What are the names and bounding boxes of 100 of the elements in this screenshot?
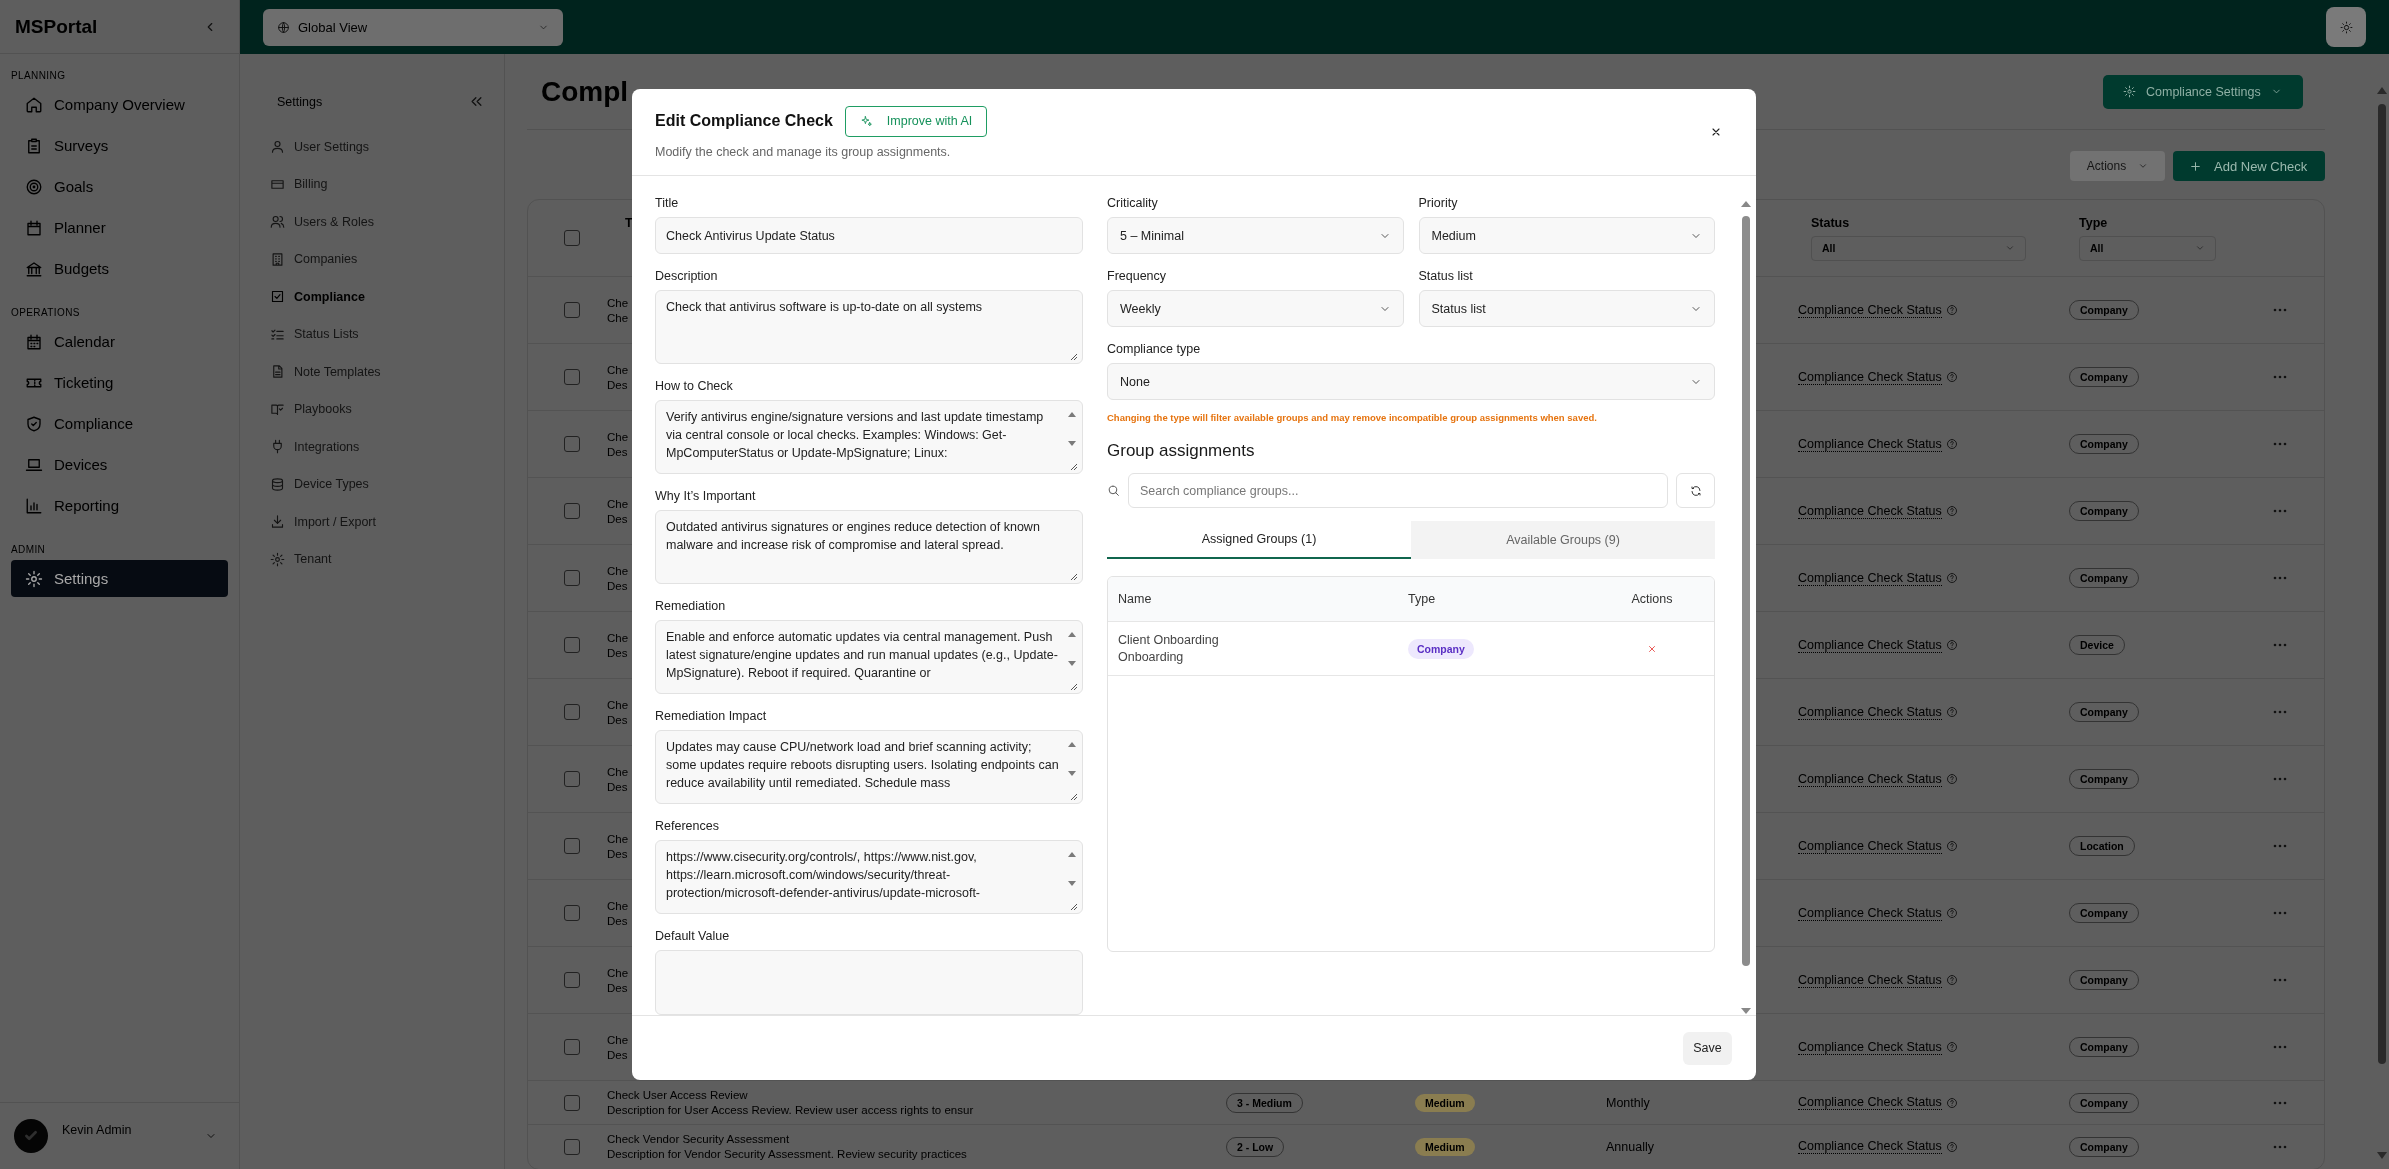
text-area[interactable]: Verify antivirus engine/signature versions and last update timestamp via central console or local checks. Examples: Windows: Get-MpComputerStatus or Update-MpSignature; Linux: — [655, 400, 1083, 474]
sidebar-item[interactable]: Budgets — [11, 250, 228, 287]
sidebar-item[interactable]: Settings — [11, 560, 228, 597]
row-checkbox[interactable] — [564, 302, 580, 318]
text-field[interactable]: Check Antivirus Update Status — [655, 217, 1083, 254]
sidebar-item[interactable]: Company Overview — [11, 86, 228, 123]
submenu-item[interactable]: Note Templates — [240, 353, 504, 391]
status-link[interactable]: Compliance Check Status — [1798, 637, 1942, 653]
row-checkbox[interactable] — [564, 1039, 580, 1055]
status-link[interactable]: Compliance Check Status — [1798, 905, 1942, 921]
more-icon[interactable] — [2273, 375, 2287, 379]
status-link[interactable]: Compliance Check Status — [1798, 704, 1942, 720]
more-icon[interactable] — [2273, 1100, 2287, 1105]
status-link[interactable]: Compliance Check Status — [1798, 369, 1942, 385]
text-area[interactable]: https://www.cisecurity.org/controls/, https://www.nist.gov, https://learn.microsoft.com/windows/security/threat-protection/microsoft-defender-antivirus/update-microsoft- — [655, 840, 1083, 914]
row-checkbox[interactable] — [564, 1138, 580, 1155]
add-check-button[interactable]: Add New Check — [2173, 151, 2325, 181]
submenu-item[interactable]: Compliance — [240, 278, 504, 316]
filter-select[interactable]: All — [1811, 235, 2026, 261]
tab[interactable]: Available Groups (9) — [1411, 521, 1715, 559]
sidebar-item[interactable]: Planner — [11, 209, 228, 246]
sidebar-item[interactable]: Calendar — [11, 323, 228, 360]
submenu-item[interactable]: Status Lists — [240, 315, 504, 353]
row-checkbox[interactable] — [564, 637, 580, 653]
sidebar-item[interactable]: Ticketing — [11, 364, 228, 401]
more-icon[interactable] — [2273, 1045, 2287, 1049]
scope-select[interactable]: Global View — [263, 8, 563, 46]
submenu-item[interactable]: User Settings — [240, 128, 504, 166]
search-field[interactable]: Search compliance groups... — [1128, 473, 1668, 508]
field-label: Description — [655, 269, 719, 283]
submenu-item[interactable]: Tenant — [240, 540, 504, 578]
row-checkbox[interactable] — [564, 905, 580, 921]
status-link[interactable]: Compliance Check Status — [1798, 570, 1942, 586]
sidebar-item[interactable]: Goals — [11, 168, 228, 205]
resize-handle-icon[interactable] — [1070, 903, 1078, 911]
more-icon[interactable] — [2273, 576, 2287, 580]
status-link[interactable]: Compliance Check Status — [1798, 771, 1942, 787]
row-checkbox[interactable] — [564, 570, 580, 586]
more-icon[interactable] — [2273, 643, 2287, 647]
row-checkbox[interactable] — [564, 771, 580, 787]
select-all-checkbox[interactable] — [564, 230, 580, 246]
status-link[interactable]: Compliance Check Status — [1798, 302, 1942, 318]
text-area[interactable]: Check that antivirus software is up-to-date on all systems — [655, 290, 1083, 364]
resize-handle-icon[interactable] — [1070, 353, 1078, 361]
resize-handle-icon[interactable] — [1070, 463, 1078, 471]
remove-button[interactable] — [1647, 643, 1657, 654]
row-checkbox[interactable] — [564, 503, 580, 519]
select-field[interactable]: None — [1107, 363, 1715, 400]
text-area[interactable]: Updates may cause CPU/network load and brief scanning activity; some updates require reboots disrupting users. Isolating endpoints can reduce availability until remediated. Schedule mass — [655, 730, 1083, 804]
refresh-button[interactable] — [1676, 473, 1715, 508]
row-checkbox[interactable] — [564, 369, 580, 385]
resize-handle-icon[interactable] — [1070, 793, 1078, 801]
submenu-item[interactable]: Integrations — [240, 428, 504, 466]
more-icon[interactable] — [2273, 978, 2287, 982]
sidebar-item[interactable]: Surveys — [11, 127, 228, 164]
more-icon[interactable] — [2273, 911, 2287, 915]
status-link[interactable]: Compliance Check Status — [1798, 1139, 1942, 1154]
more-icon[interactable] — [2273, 710, 2287, 714]
submenu-item[interactable]: Companies — [240, 240, 504, 278]
more-icon[interactable] — [2273, 777, 2287, 781]
row-checkbox[interactable] — [564, 972, 580, 988]
user-avatar[interactable] — [14, 1119, 48, 1153]
status-link[interactable]: Compliance Check Status — [1798, 1039, 1942, 1055]
submenu-item[interactable]: Billing — [240, 165, 504, 203]
submenu-item[interactable]: Playbooks — [240, 390, 504, 428]
document-icon — [270, 364, 285, 380]
submenu-item[interactable]: Device Types — [240, 465, 504, 503]
resize-handle-icon[interactable] — [1070, 573, 1078, 581]
more-icon[interactable] — [2273, 308, 2287, 312]
row-checkbox[interactable] — [564, 838, 580, 854]
theme-button[interactable] — [2326, 7, 2366, 47]
status-link[interactable]: Compliance Check Status — [1798, 838, 1942, 854]
more-icon[interactable] — [2273, 1144, 2287, 1149]
submenu-item[interactable]: Import / Export — [240, 503, 504, 541]
more-icon[interactable] — [2273, 442, 2287, 446]
settings-button[interactable]: Compliance Settings — [2103, 74, 2303, 109]
status-link[interactable]: Compliance Check Status — [1798, 436, 1942, 452]
select-field[interactable]: Weekly — [1107, 290, 1404, 327]
select-field[interactable]: Status list — [1418, 290, 1715, 327]
select-field[interactable]: Medium — [1418, 217, 1715, 254]
select-field[interactable]: 5 – Minimal — [1107, 217, 1404, 254]
text-area[interactable]: Enable and enforce automatic updates via central management. Push latest signature/engine updates and run manual updates (e.g., Update-MpSignature). Reboot if required. Quarantine or — [655, 620, 1083, 694]
sidebar-item[interactable]: Devices — [11, 446, 228, 483]
improve-ai-button[interactable]: Improve with AI — [844, 105, 988, 137]
more-icon[interactable] — [2273, 844, 2287, 848]
status-link[interactable]: Compliance Check Status — [1798, 972, 1942, 988]
row-checkbox[interactable] — [564, 1094, 580, 1111]
resize-handle-icon[interactable] — [1070, 683, 1078, 691]
submenu-item[interactable]: Users & Roles — [240, 203, 504, 241]
help-icon — [1945, 438, 1958, 450]
save-button[interactable]: Save — [1683, 1031, 1732, 1065]
row-checkbox[interactable] — [564, 436, 580, 452]
row-checkbox[interactable] — [564, 704, 580, 720]
sidebar-item[interactable]: Reporting — [11, 487, 228, 524]
sidebar-item[interactable]: Compliance — [11, 405, 228, 442]
status-link[interactable]: Compliance Check Status — [1798, 1095, 1942, 1110]
more-icon[interactable] — [2273, 509, 2287, 513]
status-link[interactable]: Compliance Check Status — [1798, 503, 1942, 519]
text-area[interactable]: Outdated antivirus signatures or engines reduce detection of known malware and increase risk of compromise and lateral spread. — [655, 510, 1083, 584]
filter-select[interactable]: All — [2079, 235, 2216, 261]
